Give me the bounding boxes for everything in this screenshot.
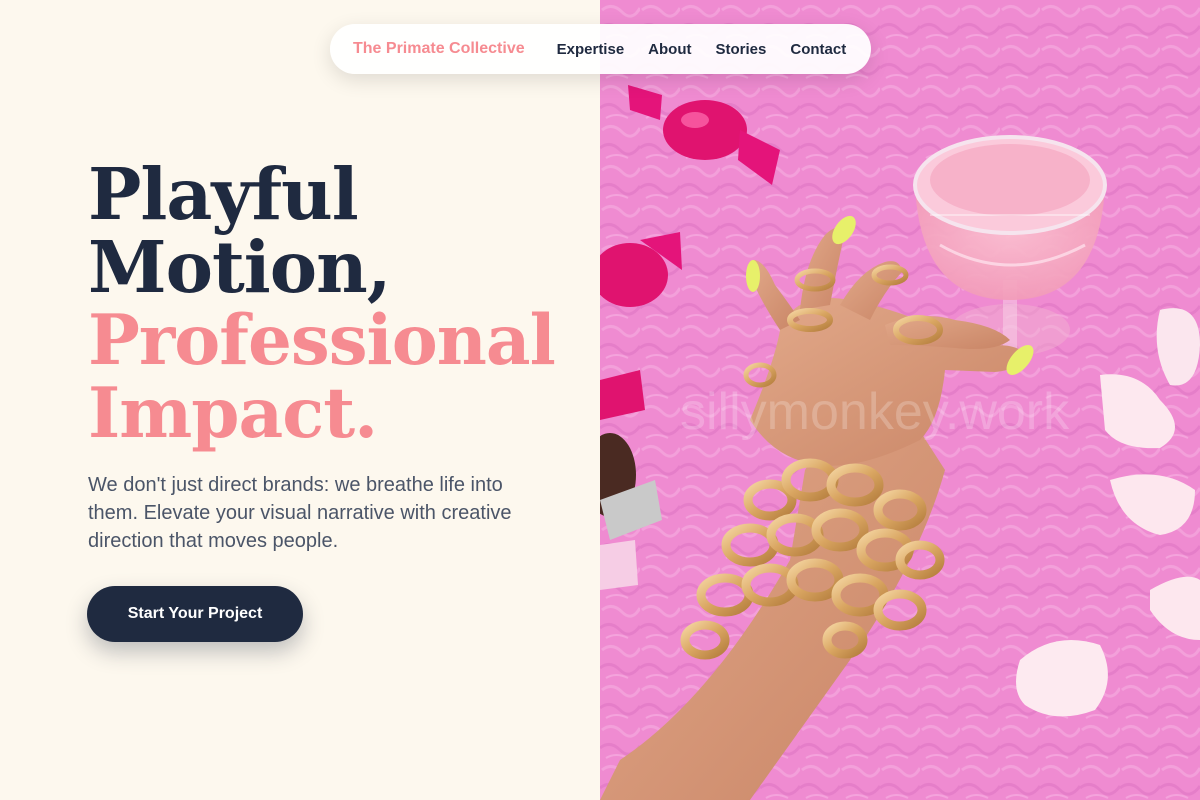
hero-title-line-4: Impact. bbox=[88, 373, 378, 454]
nav-link-about[interactable]: About bbox=[648, 41, 691, 58]
image-watermark: sillymonkey.work bbox=[680, 383, 1070, 441]
hero-title-line-3: Professional bbox=[88, 300, 556, 381]
start-project-button[interactable]: Start Your Project bbox=[87, 586, 303, 642]
hero-subtitle: We don't just direct brands: we breathe … bbox=[88, 474, 512, 552]
nav-link-contact[interactable]: Contact bbox=[790, 41, 846, 58]
nav-link-expertise[interactable]: Expertise bbox=[557, 41, 625, 58]
hero-title-line-1: Playful bbox=[88, 152, 359, 236]
hero-title-line-2: Motion, bbox=[88, 225, 391, 309]
hero-title: Playful Motion, Professional Impact. bbox=[88, 152, 588, 454]
nav-link-stories[interactable]: Stories bbox=[716, 41, 767, 58]
hero-image: sillymonkey.work bbox=[600, 0, 1200, 800]
top-navigation: The Primate Collective Expertise About S… bbox=[330, 24, 871, 74]
brand-logo-link[interactable]: The Primate Collective bbox=[353, 40, 525, 58]
